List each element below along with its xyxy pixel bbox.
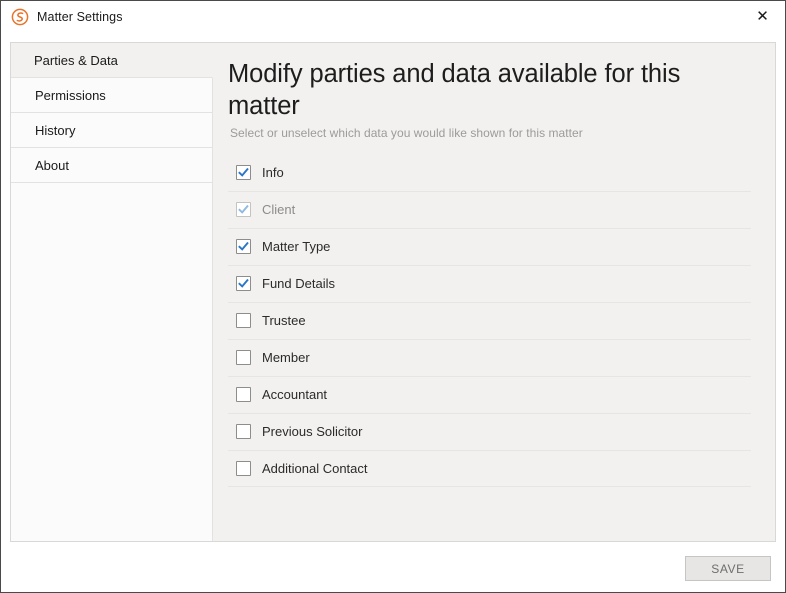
checkbox-client xyxy=(236,202,251,218)
data-option-row-fund-details[interactable]: Fund Details xyxy=(228,264,751,302)
data-option-row-member[interactable]: Member xyxy=(228,338,751,376)
data-option-label: Additional Contact xyxy=(262,460,368,476)
data-option-label: Accountant xyxy=(262,387,328,403)
sidebar-item-label: Permissions xyxy=(35,87,106,103)
title-bar: Matter Settings ✕ xyxy=(1,1,785,32)
data-option-row-accountant[interactable]: Accountant xyxy=(228,375,751,413)
sidebar-item-label: Parties & Data xyxy=(34,52,118,68)
data-option-row-additional-contact[interactable]: Additional Contact xyxy=(228,449,751,487)
close-icon[interactable]: ✕ xyxy=(740,1,785,32)
data-option-label: Fund Details xyxy=(262,276,335,292)
matter-settings-window: Matter Settings ✕ Parties & Data Permiss… xyxy=(0,0,786,593)
checkbox-previous-solicitor[interactable] xyxy=(236,424,251,440)
sidebar: Parties & Data Permissions History About xyxy=(11,43,213,541)
sidebar-item-parties-and-data[interactable]: Parties & Data xyxy=(11,43,213,78)
page-title: Modify parties and data available for th… xyxy=(228,60,681,120)
checkbox-trustee[interactable] xyxy=(236,313,251,329)
data-option-label: Trustee xyxy=(262,313,306,329)
checkbox-member[interactable] xyxy=(236,350,251,366)
checkbox-fund-details[interactable] xyxy=(236,276,251,292)
sidebar-item-label: History xyxy=(35,122,76,138)
data-option-label: Matter Type xyxy=(262,239,331,255)
data-option-row-info[interactable]: Info xyxy=(228,154,751,191)
footer-bar: SAVE xyxy=(1,542,785,592)
checkbox-accountant[interactable] xyxy=(236,387,251,403)
data-option-row-matter-type[interactable]: Matter Type xyxy=(228,227,751,265)
data-option-row-previous-solicitor[interactable]: Previous Solicitor xyxy=(228,412,751,450)
data-option-row-client: Client xyxy=(228,190,751,228)
data-option-label: Member xyxy=(262,350,310,366)
app-logo-icon xyxy=(11,8,29,26)
sidebar-item-label: About xyxy=(35,157,69,173)
content-area: Modify parties and data available for th… xyxy=(213,43,775,541)
sidebar-item-history[interactable]: History xyxy=(11,113,213,148)
data-option-label: Client xyxy=(262,202,296,218)
checkbox-additional-contact[interactable] xyxy=(236,460,251,476)
sidebar-item-about[interactable]: About xyxy=(11,148,213,183)
checkbox-matter-type[interactable] xyxy=(236,239,251,255)
sidebar-empty-area xyxy=(11,183,213,541)
data-option-list: Info Client Matter Type Fund Details Tru… xyxy=(228,154,751,487)
save-button[interactable]: SAVE xyxy=(685,556,771,581)
data-option-label: Previous Solicitor xyxy=(262,424,363,440)
window-title: Matter Settings xyxy=(37,9,123,24)
page-subtitle: Select or unselect which data you would … xyxy=(230,125,583,140)
data-option-row-trustee[interactable]: Trustee xyxy=(228,301,751,339)
settings-panel: Parties & Data Permissions History About… xyxy=(10,42,776,542)
sidebar-item-permissions[interactable]: Permissions xyxy=(11,78,213,113)
checkbox-info[interactable] xyxy=(236,164,251,180)
data-option-label: Info xyxy=(262,164,284,180)
